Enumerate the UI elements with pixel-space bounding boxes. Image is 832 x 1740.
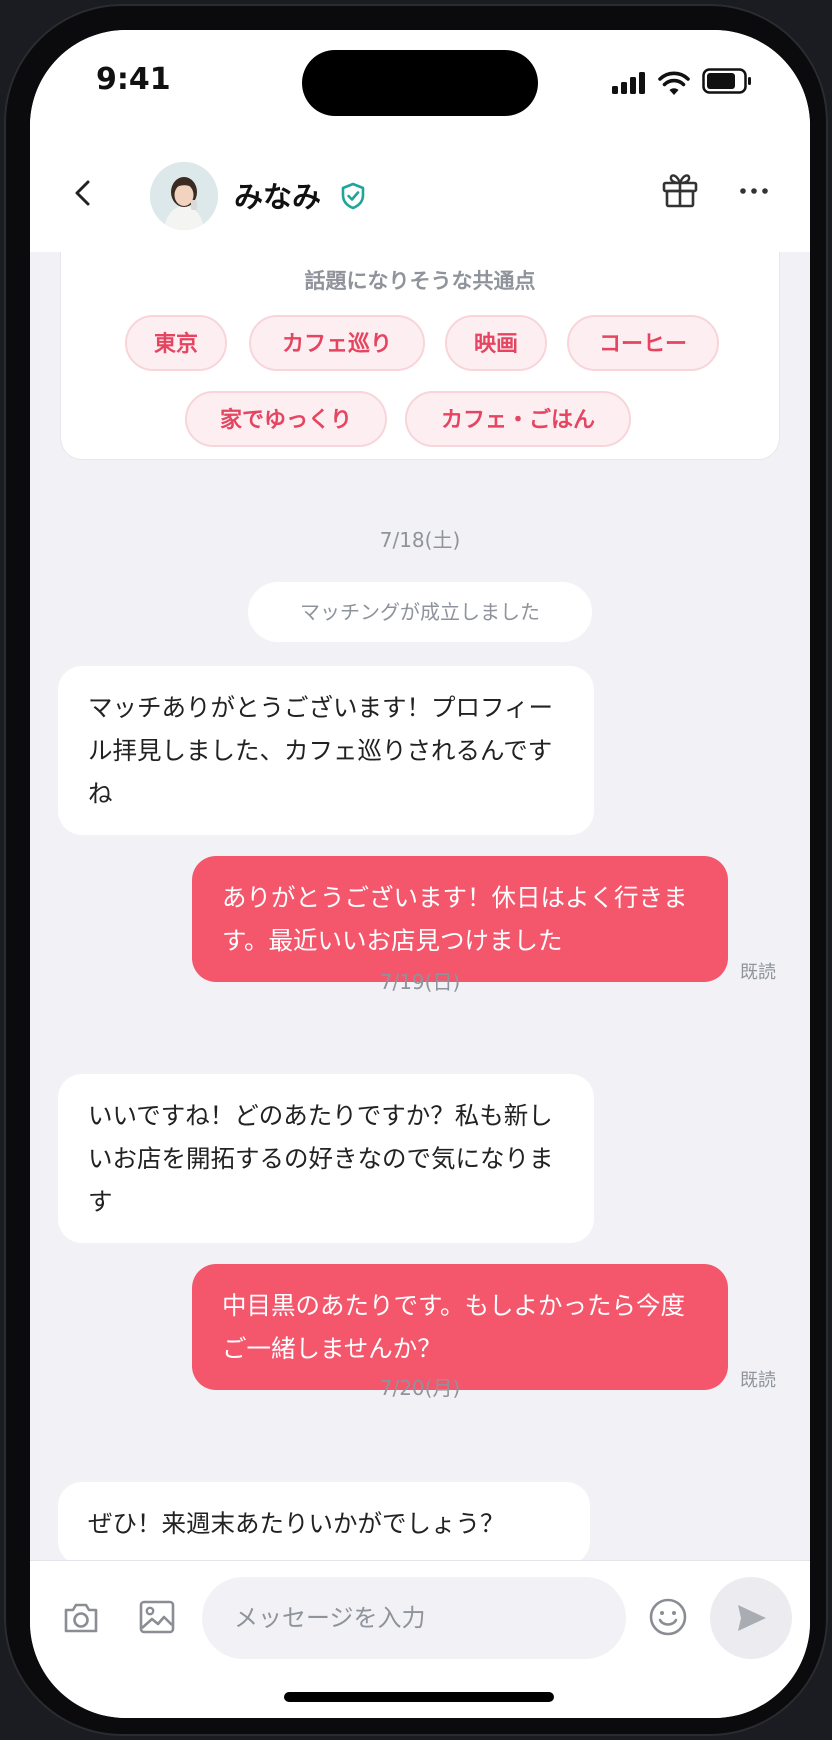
chat-header: みなみ: [30, 140, 810, 253]
battery-icon: [702, 68, 751, 94]
contact-name: みなみ: [234, 180, 322, 214]
verified-shield-icon: [341, 182, 365, 210]
message-input[interactable]: [202, 1577, 626, 1659]
camera-icon[interactable]: [62, 1601, 100, 1635]
chat-area[interactable]: 話題になりそうな共通点 東京 カフェ巡り 映画 コーヒー 家でゆっくり カフェ・…: [30, 252, 810, 1588]
system-message: マッチングが成立しました: [248, 582, 592, 642]
home-indicator: [284, 1692, 554, 1702]
image-icon[interactable]: [138, 1599, 176, 1635]
topic-chip[interactable]: 映画: [445, 315, 547, 371]
topic-chip[interactable]: カフェ巡り: [249, 315, 425, 371]
emoji-icon[interactable]: [648, 1597, 688, 1637]
cellular-signal-icon: [612, 72, 645, 94]
topic-chip[interactable]: 東京: [125, 315, 227, 371]
send-icon: [738, 1605, 766, 1631]
topics-title: 話題になりそうな共通点: [304, 269, 536, 293]
more-options-icon[interactable]: [736, 176, 772, 206]
screen: 9:41 みなみ 話題になりそうな共通点 東京 カフェ巡り 映画 コーヒー 家で…: [30, 30, 810, 1718]
avatar-portrait: [150, 162, 218, 230]
phone-frame: 9:41 みなみ 話題になりそうな共通点 東京 カフェ巡り 映画 コーヒー 家で…: [4, 4, 828, 1736]
incoming-message[interactable]: いいですね！どのあたりですか？私も新しいお店を開拓するの好きなので気になります: [58, 1074, 594, 1243]
avatar[interactable]: [150, 162, 218, 230]
outgoing-message[interactable]: ありがとうございます！休日はよく行きます。最近いいお店見つけました: [192, 856, 728, 982]
status-time: 9:41: [96, 62, 171, 97]
gift-icon[interactable]: [660, 170, 700, 210]
date-divider: 7/20(月): [379, 1376, 461, 1400]
topic-chip[interactable]: コーヒー: [567, 315, 719, 371]
date-divider: 7/19(日): [379, 970, 461, 994]
dynamic-island: [302, 50, 538, 116]
topic-chip[interactable]: カフェ・ごはん: [405, 391, 631, 447]
status-bar: 9:41: [30, 30, 810, 150]
send-button[interactable]: [710, 1577, 792, 1659]
date-divider: 7/18(土): [379, 528, 461, 552]
wifi-icon: [658, 71, 690, 95]
topic-chip[interactable]: 家でゆっくり: [185, 391, 387, 447]
common-topics-card: 話題になりそうな共通点 東京 カフェ巡り 映画 コーヒー 家でゆっくり カフェ・…: [60, 252, 780, 460]
incoming-message[interactable]: マッチありがとうございます！プロフィール拝見しました、カフェ巡りされるんですね: [58, 666, 594, 835]
back-arrow-icon[interactable]: [60, 170, 106, 216]
incoming-message[interactable]: ぜひ！来週末あたりいかがでしょう？: [58, 1482, 590, 1565]
